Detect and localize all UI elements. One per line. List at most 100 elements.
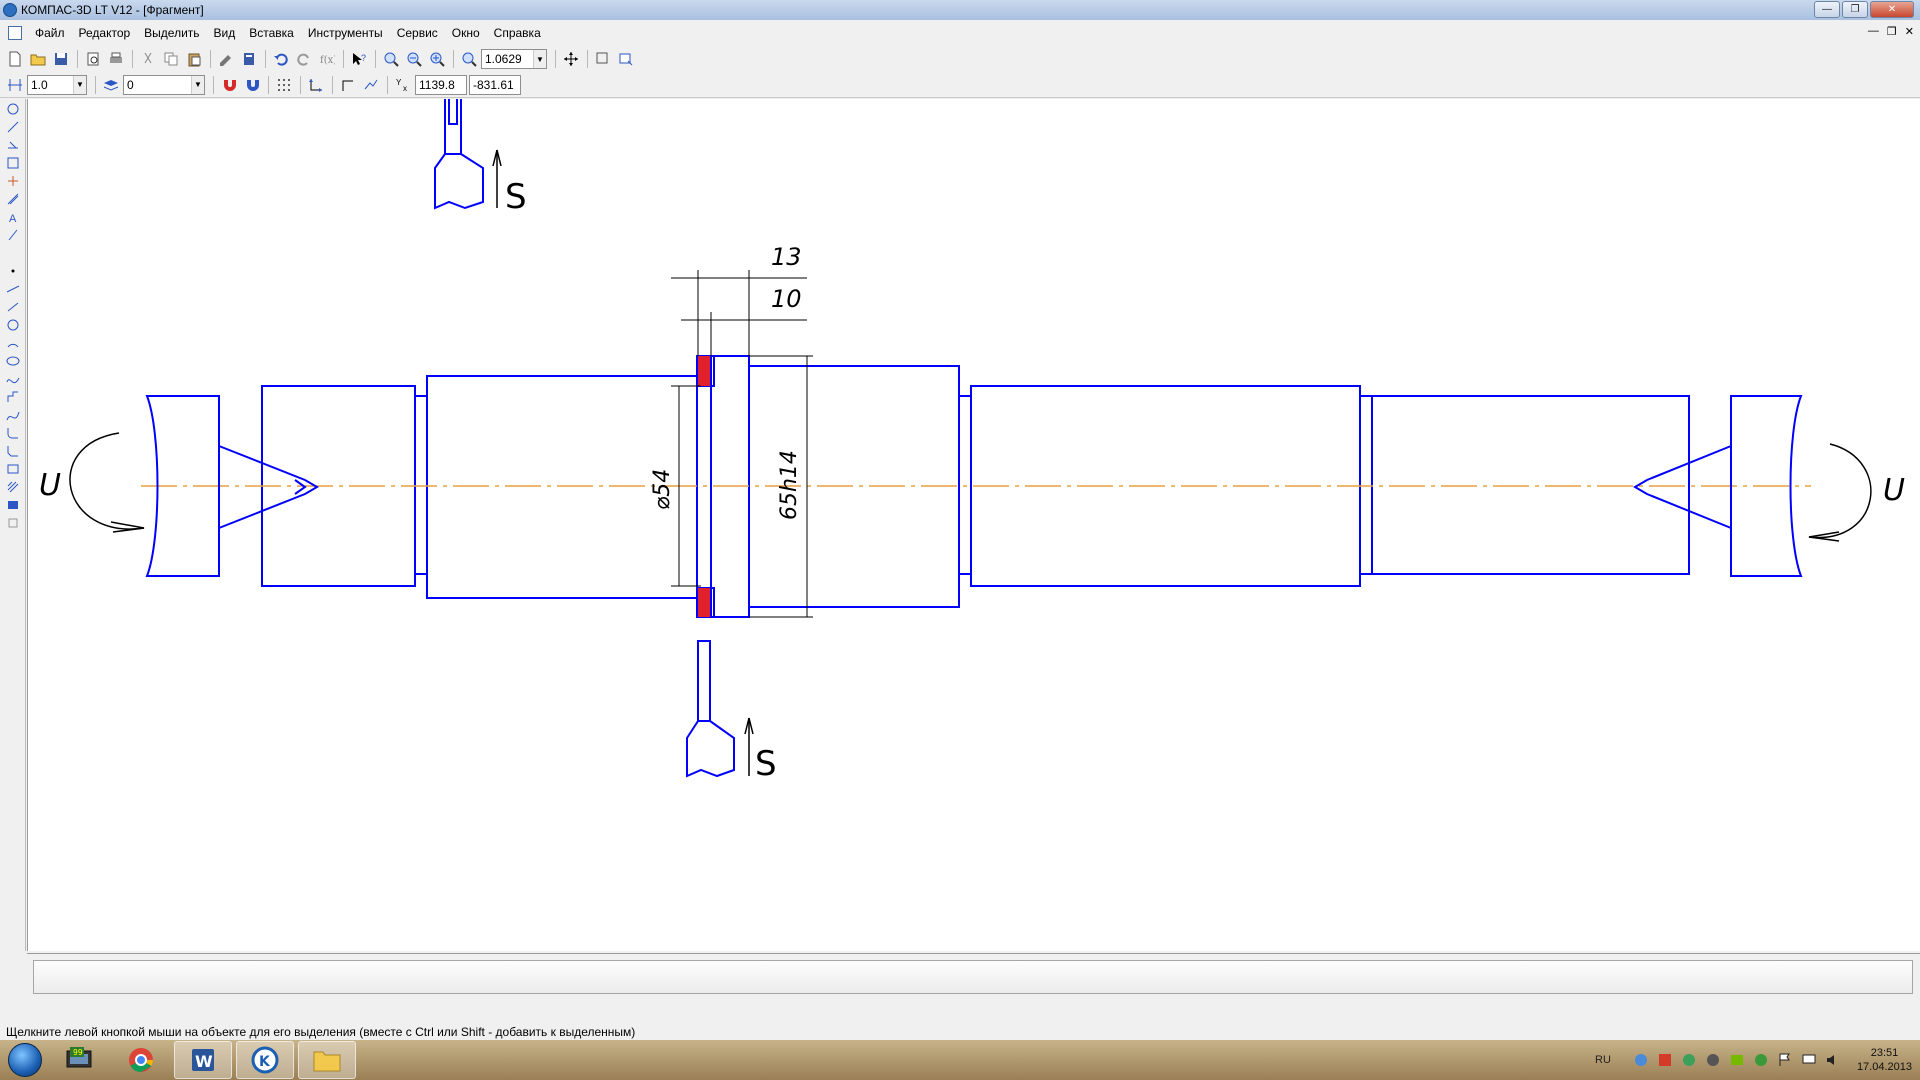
close-button[interactable]: ✕ (1870, 1, 1914, 18)
editing-tool-icon[interactable] (3, 154, 23, 171)
coord-y-field[interactable]: -831.61 (469, 74, 521, 95)
antivirus-tray-icon[interactable] (1657, 1052, 1673, 1068)
selection-tool-icon[interactable] (3, 226, 23, 243)
taskbar-explorer[interactable] (298, 1041, 356, 1079)
cut-icon[interactable] (137, 48, 159, 70)
network-tray-icon[interactable] (1633, 1052, 1649, 1068)
zoom-frame-icon[interactable] (380, 48, 402, 70)
parametrization-tool-icon[interactable] (3, 172, 23, 189)
manager-icon[interactable] (615, 48, 637, 70)
layers-icon[interactable] (100, 74, 122, 96)
menu-insert[interactable]: Вставка (242, 26, 301, 40)
undo-icon[interactable] (270, 48, 292, 70)
zoom-out-icon[interactable] (403, 48, 425, 70)
help-pointer-icon[interactable]: ? (348, 48, 370, 70)
layer-combo[interactable]: 0 ▼ (123, 74, 205, 95)
print-icon[interactable] (105, 48, 127, 70)
doc-minimize-button[interactable]: — (1868, 25, 1879, 38)
function-icon[interactable]: f(x) (316, 48, 338, 70)
rotation-arrow-left (69, 432, 145, 530)
fill-tool-icon[interactable] (3, 496, 23, 513)
auxiliary-line-icon[interactable] (3, 280, 23, 297)
hatch-section-lower (698, 588, 710, 617)
svg-text:f(x): f(x) (320, 55, 335, 66)
hatch-tool-icon[interactable] (3, 478, 23, 495)
taskbar-kompas[interactable]: K (236, 1041, 294, 1079)
language-indicator[interactable]: RU (1595, 1054, 1611, 1066)
menu-editor[interactable]: Редактор (72, 26, 138, 40)
taskbar-word[interactable]: W (174, 1041, 232, 1079)
bezier-tool-icon[interactable] (3, 406, 23, 423)
fillet-tool-icon[interactable] (3, 424, 23, 441)
point-tool-icon[interactable] (3, 262, 23, 279)
menu-view[interactable]: Вид (207, 26, 243, 40)
shaft-groove-2 (958, 395, 972, 575)
display-tray-icon[interactable] (1801, 1052, 1817, 1068)
minimize-button[interactable]: — (1814, 1, 1840, 18)
polyline-tool-icon[interactable] (3, 388, 23, 405)
open-folder-icon[interactable] (27, 48, 49, 70)
menu-file[interactable]: Файл (28, 26, 72, 40)
document-icon[interactable] (8, 26, 22, 40)
sync-tray-icon[interactable] (1681, 1052, 1697, 1068)
properties-icon[interactable] (215, 48, 237, 70)
calculator-icon[interactable] (238, 48, 260, 70)
chamfer-tool-icon[interactable] (3, 442, 23, 459)
redo-icon[interactable] (293, 48, 315, 70)
pan-icon[interactable] (560, 48, 582, 70)
start-button[interactable] (0, 1040, 50, 1080)
coord-x-field[interactable]: 1139.8 (415, 74, 467, 95)
step-icon[interactable] (4, 74, 26, 96)
zoom-combo[interactable]: 1.0629 ▼ (481, 49, 547, 69)
rectangle-tool-icon[interactable] (3, 460, 23, 477)
restore-button[interactable]: ❐ (1842, 1, 1868, 18)
svg-text:A: A (9, 213, 17, 224)
segment-tool-icon[interactable] (3, 298, 23, 315)
paste-icon[interactable] (183, 48, 205, 70)
doc-close-button[interactable]: ✕ (1905, 25, 1914, 38)
volume-tray-icon[interactable] (1825, 1052, 1841, 1068)
arc-tool-icon[interactable] (3, 334, 23, 351)
nvidia-tray-icon[interactable] (1729, 1052, 1745, 1068)
new-document-icon[interactable] (4, 48, 26, 70)
menu-window[interactable]: Окно (445, 26, 487, 40)
taskbar-monitor-app[interactable]: 99 (50, 1041, 108, 1079)
taskbar-chrome[interactable] (112, 1041, 170, 1079)
ortho-icon[interactable] (337, 74, 359, 96)
feed-label-bottom: S (755, 744, 777, 784)
geometry-tool-icon[interactable] (3, 100, 23, 117)
local-snap-icon[interactable] (241, 74, 263, 96)
menu-help[interactable]: Справка (487, 26, 548, 40)
dimensions-tool-icon[interactable] (3, 118, 23, 135)
zoom-in-icon[interactable] (426, 48, 448, 70)
bottom-tool-bit (686, 720, 735, 778)
measure-tool-icon[interactable] (3, 190, 23, 207)
spline-tool-icon[interactable] (3, 370, 23, 387)
drawing-canvas[interactable]: 13 10 ⌀54 65h14 S S U U (27, 99, 1920, 951)
word-icon: W (192, 1049, 214, 1071)
notation-tool-icon[interactable] (3, 136, 23, 153)
copy-icon[interactable] (160, 48, 182, 70)
menu-service[interactable]: Сервис (390, 26, 445, 40)
text-tool-icon[interactable]: A (3, 208, 23, 225)
menu-tools[interactable]: Инструменты (301, 26, 390, 40)
parametric-mode-icon[interactable] (360, 74, 382, 96)
flag-tray-icon[interactable] (1777, 1052, 1793, 1068)
snap-magnet-icon[interactable] (218, 74, 240, 96)
save-icon[interactable] (50, 48, 72, 70)
clock[interactable]: 23:51 17.04.2013 (1857, 1046, 1912, 1074)
properties-strip (33, 960, 1913, 994)
print-preview-icon[interactable] (82, 48, 104, 70)
doc-restore-button[interactable]: ❐ (1887, 25, 1897, 38)
updates-tray-icon[interactable] (1705, 1052, 1721, 1068)
refresh-view-icon[interactable] (592, 48, 614, 70)
cursor-step-combo[interactable]: 1.0 ▼ (27, 74, 87, 95)
local-cs-icon[interactable] (305, 74, 327, 96)
grid-icon[interactable] (273, 74, 295, 96)
macro-tool-icon[interactable] (3, 514, 23, 531)
zoom-value-icon[interactable] (458, 48, 480, 70)
utility-tray-icon[interactable] (1753, 1052, 1769, 1068)
circle-tool-icon[interactable] (3, 316, 23, 333)
ellipse-tool-icon[interactable] (3, 352, 23, 369)
menu-select[interactable]: Выделить (137, 26, 206, 40)
